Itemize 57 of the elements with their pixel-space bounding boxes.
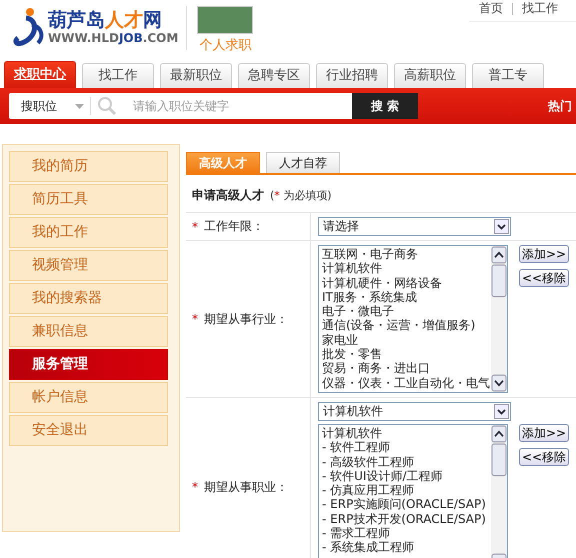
list-option[interactable]: IT服务・系统集成 [322,290,491,304]
nav-tab[interactable]: 行业招聘 [316,63,388,88]
content-tab[interactable]: 人才自荐 [266,152,340,173]
list-option[interactable]: 贸易・商务・进出口 [322,361,491,376]
site-url: WWW.HLDJOB.COM [48,31,178,45]
list-option[interactable]: 电子・微电子 [322,304,491,318]
top-link[interactable]: 首页 [479,0,503,17]
list-option[interactable]: 互联网・电子商务 [322,247,491,262]
field-label: 期望从事行业： [204,310,288,328]
list-option[interactable]: - ERP技术开发(ORACLE/SAP) [322,512,491,526]
nav-tab[interactable]: 求职中心 [4,61,76,88]
nav-tab[interactable]: 高薪职位 [394,63,466,88]
required-mark: * [192,480,198,494]
channel-title: 个人求职 [199,37,252,54]
search-field[interactable]: 搜职位 请输入职位关键字 [9,93,352,119]
list-option[interactable]: 通信(设备・运营・增值服务) [322,318,491,333]
field-label: 工作年限： [204,218,264,235]
list-option[interactable]: 批发・零售 [322,347,491,362]
list-option[interactable]: - 需求工程师 [322,526,491,540]
required-mark: * [192,312,198,326]
list-option[interactable]: - 系统集成工程师 [322,540,491,555]
list-option[interactable]: 家电业 [322,332,491,348]
list-box[interactable]: 互联网・电子商务 计算机软件 计算机硬件・网络设备 IT服务・系统集成 电子・微电子 通信(设备・运营・增值服务) 家电业 批发・零售 贸易・商务・进出口 仪器・仪表・工业自动化・电气 [318,245,508,393]
search-icon [97,97,117,115]
required-mark: * [192,220,198,234]
remove-button[interactable]: <<移除 [519,448,569,466]
list-option[interactable]: - 仿真应用工程师 [322,483,491,498]
list-option[interactable]: - 软件工程师 [322,440,491,455]
required-note: (* 为必填项) [270,188,332,203]
top-link[interactable]: 找工作 [522,0,558,17]
site-logo-name: 葫芦岛人才网 [48,9,163,31]
photo-placeholder [197,6,254,34]
list-box[interactable]: 计算机软件 - 软件工程师 - 高级软件工程师 - 软件UI设计师/工程师 - 仿真应用工程师 - ERP实施顾问(ORACLE/SAP) - ERP技术开发(ORACLE/SAP) - 需求工程师 - 系统集成工程师 [318,424,508,558]
add-button[interactable]: 添加>> [519,424,569,442]
search-type-select[interactable]: 搜职位 [9,97,91,115]
dropdown-caret-icon [75,104,84,108]
list-option[interactable]: 计算机软件 [322,426,491,440]
list-option[interactable]: - 软件UI设计师/工程师 [322,468,491,484]
logo-figure-icon [12,7,46,47]
list-option[interactable]: - 高级软件工程师 [322,454,491,469]
form-title: 申请高级人才 [192,187,264,204]
nav-tab[interactable]: 找工作 [82,63,154,88]
dropdown-select[interactable]: 计算机软件 [318,402,511,421]
list-option[interactable]: - ERP实施顾问(ORACLE/SAP) [322,497,491,512]
field-label: 期望从事职业： [204,478,288,496]
nav-tab[interactable]: 最新职位 [160,63,232,88]
list-option[interactable]: 计算机软件 [322,261,491,276]
hot-search-label: 热门 [548,98,572,114]
nav-tab[interactable]: 普工专 [472,63,544,88]
add-button[interactable]: 添加>> [519,245,569,263]
nav-tab[interactable]: 急聘专区 [238,63,310,88]
search-button[interactable]: 搜 索 [352,93,418,119]
dropdown-select[interactable]: 请选择 [318,217,511,236]
list-option[interactable]: 计算机硬件・网络设备 [322,276,491,290]
remove-button[interactable]: <<移除 [519,269,569,287]
sidebar-item[interactable]: 服务管理 [9,349,168,380]
list-option[interactable]: 仪器・仪表・工业自动化・电气 [322,376,491,390]
